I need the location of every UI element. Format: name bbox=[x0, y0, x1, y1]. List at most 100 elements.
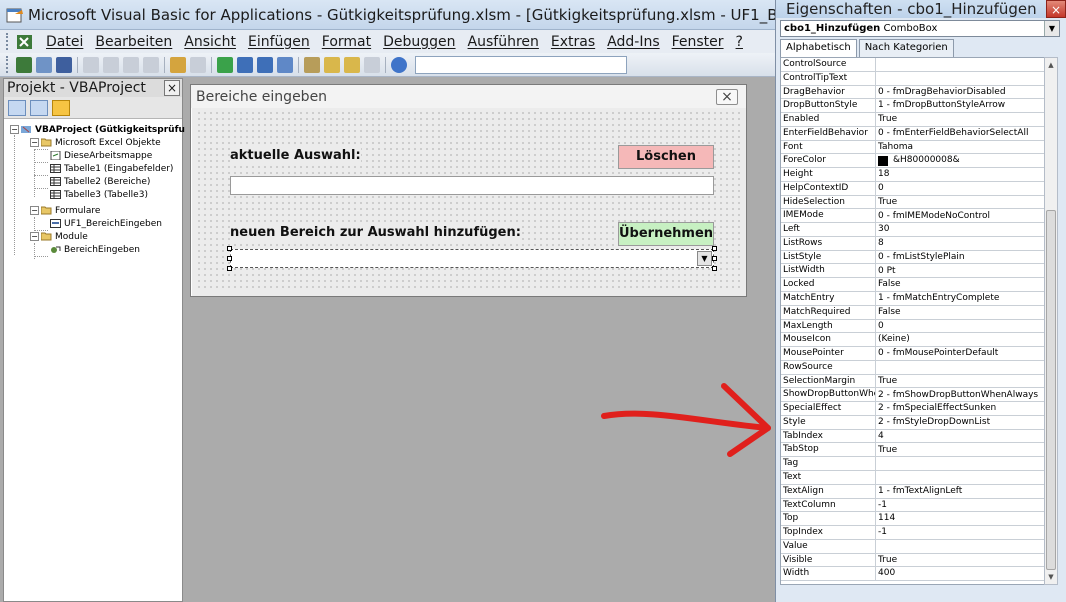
property-value[interactable]: &H80000008& bbox=[876, 154, 1044, 167]
label-add-range[interactable]: neuen Bereich zur Auswahl hinzufügen: bbox=[230, 225, 521, 240]
tab-alphabetic[interactable]: Alphabetisch bbox=[780, 39, 857, 58]
property-value[interactable]: (Keine) bbox=[876, 333, 1044, 346]
object-browser-icon[interactable] bbox=[344, 56, 360, 73]
menu-ansicht[interactable]: Ansicht bbox=[178, 34, 242, 50]
property-value[interactable]: 114 bbox=[876, 512, 1044, 525]
property-row[interactable]: ShowDropButtonWhen 2 - fmShowDropButtonWh… bbox=[781, 388, 1044, 403]
tree-item-module1[interactable]: BereichEingeben bbox=[50, 243, 140, 256]
pause-icon[interactable] bbox=[237, 56, 253, 73]
redo-icon[interactable] bbox=[190, 56, 206, 73]
tree-item-workbook[interactable]: DieseArbeitsmappe bbox=[50, 149, 152, 162]
property-value[interactable]: True bbox=[876, 113, 1044, 126]
scroll-thumb[interactable] bbox=[1046, 210, 1056, 570]
property-row[interactable]: Width 400 bbox=[781, 567, 1044, 582]
property-value[interactable] bbox=[876, 457, 1044, 470]
undo-icon[interactable] bbox=[170, 56, 186, 73]
property-row[interactable]: MousePointer 0 - fmMousePointerDefault bbox=[781, 347, 1044, 361]
menu-einfuegen[interactable]: Einfügen bbox=[242, 34, 316, 50]
menu-bearbeiten[interactable]: Bearbeiten bbox=[89, 34, 178, 50]
menu-extras[interactable]: Extras bbox=[545, 34, 601, 50]
userform[interactable]: Bereiche eingeben × aktuelle Auswahl: Lö… bbox=[190, 84, 747, 297]
properties-icon[interactable] bbox=[324, 56, 340, 73]
tree-item-vbaproject[interactable]: − VBAProject (Gütkigkeitsprüfu bbox=[10, 123, 185, 136]
property-row[interactable]: TabStop True bbox=[781, 443, 1044, 458]
property-row[interactable]: ListRows 8 bbox=[781, 236, 1044, 251]
property-value[interactable]: 0 Pt bbox=[876, 264, 1044, 277]
selection-handle[interactable] bbox=[712, 246, 717, 251]
tree-item-sheet1[interactable]: Tabelle1 (Eingabefelder) bbox=[50, 162, 173, 175]
selection-handle[interactable] bbox=[227, 246, 232, 251]
property-value[interactable]: False bbox=[876, 278, 1044, 291]
property-row[interactable]: MaxLength 0 bbox=[781, 319, 1044, 334]
property-row[interactable]: MatchRequired False bbox=[781, 305, 1044, 320]
property-value[interactable]: 0 - fmMousePointerDefault bbox=[876, 347, 1044, 360]
close-icon[interactable]: × bbox=[164, 80, 180, 96]
excel-view-icon[interactable] bbox=[16, 33, 34, 51]
property-value[interactable]: 0 - fmDragBehaviorDisabled bbox=[876, 86, 1044, 99]
tree-item-modules[interactable]: − Module bbox=[30, 230, 88, 243]
property-row[interactable]: IMEMode 0 - fmIMEModeNoControl bbox=[781, 209, 1044, 224]
stop-icon[interactable] bbox=[257, 56, 273, 73]
property-value[interactable] bbox=[876, 72, 1044, 85]
property-row[interactable]: TextAlign 1 - fmTextAlignLeft bbox=[781, 484, 1044, 499]
copy-icon[interactable] bbox=[103, 56, 119, 73]
tree-item-sheet2[interactable]: Tabelle2 (Bereiche) bbox=[50, 175, 150, 188]
property-value[interactable]: 0 bbox=[876, 182, 1044, 195]
close-icon[interactable]: × bbox=[1046, 0, 1066, 18]
property-row[interactable]: Locked False bbox=[781, 278, 1044, 293]
property-value[interactable]: 18 bbox=[876, 168, 1044, 181]
property-row[interactable]: Enabled True bbox=[781, 113, 1044, 127]
label-current-selection[interactable]: aktuelle Auswahl: bbox=[230, 148, 361, 163]
property-row[interactable]: Top 114 bbox=[781, 512, 1044, 527]
menu-ausfuehren[interactable]: Ausführen bbox=[462, 34, 545, 50]
property-value[interactable]: 30 bbox=[876, 223, 1044, 236]
help-icon[interactable] bbox=[391, 56, 407, 73]
menu-format[interactable]: Format bbox=[316, 34, 377, 50]
property-value[interactable]: True bbox=[876, 375, 1044, 388]
menu-datei[interactable]: Datei bbox=[40, 34, 89, 50]
property-row[interactable]: HelpContextID 0 bbox=[781, 181, 1044, 196]
property-value[interactable]: 4 bbox=[876, 430, 1044, 443]
property-value[interactable]: 1 - fmTextAlignLeft bbox=[876, 485, 1044, 498]
paste-icon[interactable] bbox=[123, 56, 139, 73]
menu-help[interactable]: ? bbox=[730, 34, 749, 50]
property-row[interactable]: RowSource bbox=[781, 360, 1044, 375]
property-value[interactable]: Tahoma bbox=[876, 141, 1044, 154]
scroll-down-icon[interactable]: ▼ bbox=[1045, 571, 1057, 583]
property-row[interactable]: ControlTipText bbox=[781, 71, 1044, 86]
property-value[interactable]: True bbox=[876, 554, 1044, 567]
collapse-icon[interactable]: − bbox=[30, 206, 39, 215]
view-object-icon[interactable] bbox=[30, 99, 48, 116]
property-row[interactable]: Left 30 bbox=[781, 223, 1044, 237]
property-row[interactable]: ForeColor &H80000008& bbox=[781, 154, 1044, 169]
userform-grid[interactable]: aktuelle Auswahl: Löschen neuen Bereich … bbox=[196, 110, 741, 292]
property-value[interactable]: 2 - fmShowDropButtonWhenAlways bbox=[876, 388, 1044, 401]
selection-handle[interactable] bbox=[227, 256, 232, 261]
menubar-grip[interactable] bbox=[6, 33, 10, 50]
chevron-down-icon[interactable]: ▼ bbox=[697, 251, 712, 266]
property-row[interactable]: MouseIcon (Keine) bbox=[781, 333, 1044, 348]
collapse-icon[interactable]: − bbox=[30, 138, 39, 147]
property-value[interactable]: -1 bbox=[876, 526, 1044, 539]
menu-debuggen[interactable]: Debuggen bbox=[377, 34, 461, 50]
collapse-icon[interactable]: − bbox=[30, 232, 39, 241]
cut-icon[interactable] bbox=[83, 56, 99, 73]
property-value[interactable]: 400 bbox=[876, 567, 1044, 580]
property-row[interactable]: MatchEntry 1 - fmMatchEntryComplete bbox=[781, 292, 1044, 306]
excel-view-icon[interactable] bbox=[16, 56, 32, 73]
accept-button[interactable]: Übernehmen bbox=[618, 222, 714, 246]
tree-item-sheet3[interactable]: Tabelle3 (Tabelle3) bbox=[50, 188, 148, 201]
property-row[interactable]: Height 18 bbox=[781, 168, 1044, 182]
menu-fenster[interactable]: Fenster bbox=[666, 34, 730, 50]
property-row[interactable]: ListWidth 0 Pt bbox=[781, 264, 1044, 279]
property-row[interactable]: TopIndex -1 bbox=[781, 526, 1044, 540]
property-row[interactable]: DragBehavior 0 - fmDragBehaviorDisabled bbox=[781, 85, 1044, 100]
tree-item-form1[interactable]: UF1_BereichEingeben bbox=[50, 217, 162, 230]
property-value[interactable]: 0 - fmListStylePlain bbox=[876, 251, 1044, 264]
scroll-up-icon[interactable]: ▲ bbox=[1045, 59, 1057, 71]
properties-scrollbar[interactable]: ▲ ▼ bbox=[1044, 57, 1058, 585]
property-value[interactable] bbox=[876, 540, 1044, 553]
selection-handle[interactable] bbox=[712, 266, 717, 271]
property-row[interactable]: DropButtonStyle 1 - fmDropButtonStyleArro… bbox=[781, 99, 1044, 114]
property-row[interactable]: Font Tahoma bbox=[781, 140, 1044, 155]
